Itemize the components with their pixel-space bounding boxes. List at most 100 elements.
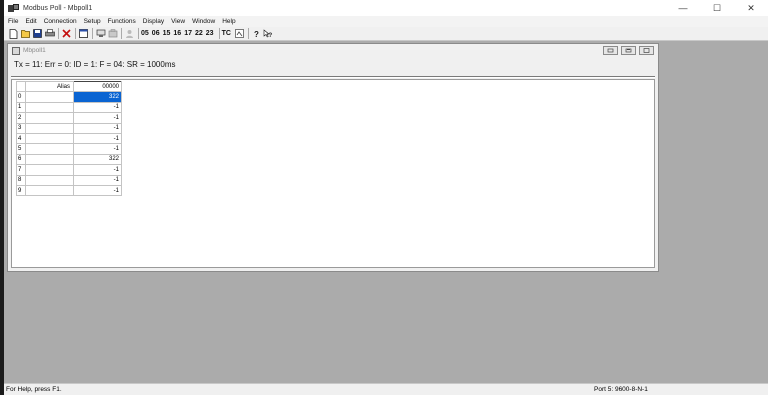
row-index: 9 xyxy=(16,184,26,197)
register-rows: 0 322 1 -1 2 -1 3 -1 4 -1 5 -1 6 322 7 -1 8 -1 9 -1 xyxy=(16,91,122,197)
close-button[interactable]: ✕ xyxy=(734,0,768,16)
table-header-row: Alias 00000 xyxy=(16,80,122,93)
function-16-button[interactable]: 16 xyxy=(173,30,181,37)
function-23-button[interactable]: 23 xyxy=(206,30,214,37)
print-icon[interactable] xyxy=(44,28,55,39)
alias-cell[interactable] xyxy=(25,132,74,145)
status-bar: For Help, press F1. Port 5: 9600-8-N-1 xyxy=(4,383,768,395)
toolbar-separator xyxy=(138,28,139,39)
maximize-button[interactable]: ☐ xyxy=(700,0,734,16)
value-cell[interactable]: -1 xyxy=(73,164,122,176)
table-row: 6 322 xyxy=(16,153,122,166)
alias-cell[interactable] xyxy=(25,91,74,103)
table-row: 1 -1 xyxy=(16,101,122,114)
port-info: Port 5: 9600-8-N-1 xyxy=(594,386,648,393)
function-05-button[interactable]: 05 xyxy=(141,30,149,37)
table-row: 8 -1 xyxy=(16,174,122,186)
table-row: 9 -1 xyxy=(16,184,122,197)
toolbar-separator xyxy=(218,28,220,39)
toolbar-separator xyxy=(247,28,249,39)
menu-window[interactable]: Window xyxy=(192,18,215,25)
alias-cell[interactable] xyxy=(25,122,74,134)
row-index: 1 xyxy=(16,101,26,114)
alias-cell[interactable] xyxy=(25,174,74,186)
value-cell[interactable]: -1 xyxy=(73,122,122,134)
alias-cell[interactable] xyxy=(25,101,74,114)
delete-icon[interactable] xyxy=(61,28,72,39)
alias-header: Alias xyxy=(25,80,74,93)
table-row: 7 -1 xyxy=(16,164,122,176)
window-icon[interactable] xyxy=(78,28,89,39)
register-grid-panel: Alias 00000 0 322 1 -1 2 -1 3 -1 4 -1 5 -1 6 322 7 -1 8 -… xyxy=(11,79,655,268)
menu-edit[interactable]: Edit xyxy=(25,18,36,25)
new-file-icon[interactable] xyxy=(8,28,19,39)
context-help-icon[interactable]: ? xyxy=(263,28,274,39)
function-06-button[interactable]: 06 xyxy=(152,30,160,37)
help-icon[interactable]: ? xyxy=(251,28,262,39)
save-icon[interactable] xyxy=(32,28,43,39)
table-row: 3 -1 xyxy=(16,122,122,134)
alias-cell[interactable] xyxy=(25,184,74,197)
toolbar-separator xyxy=(121,28,122,39)
value-header: 00000 xyxy=(73,80,122,93)
value-cell[interactable]: -1 xyxy=(73,112,122,124)
user-icon[interactable] xyxy=(124,28,135,39)
register-table: Alias 00000 0 322 1 -1 2 -1 3 -1 4 -1 5 -1 6 322 7 -1 8 -… xyxy=(16,80,122,197)
tc-button[interactable]: TC xyxy=(222,30,231,37)
connect-icon[interactable] xyxy=(95,28,106,39)
minimize-button[interactable]: — xyxy=(666,0,700,16)
menu-display[interactable]: Display xyxy=(143,18,164,25)
alias-cell[interactable] xyxy=(25,143,74,155)
function-17-button[interactable]: 17 xyxy=(184,30,192,37)
mdi-maximize-button[interactable] xyxy=(639,46,654,55)
value-cell[interactable]: -1 xyxy=(73,184,122,197)
menu-help[interactable]: Help xyxy=(222,18,235,25)
row-index: 0 xyxy=(16,91,26,103)
menu-view[interactable]: View xyxy=(171,18,185,25)
function-22-button[interactable]: 22 xyxy=(195,30,203,37)
alias-cell[interactable] xyxy=(25,164,74,176)
menu-bar: File Edit Connection Setup Functions Dis… xyxy=(4,16,768,27)
mdi-child-window: Mbpoll1 Tx = 11: Err = 0: ID = 1: F = 04… xyxy=(7,43,659,272)
menu-connection[interactable]: Connection xyxy=(44,18,77,25)
test-center-icon[interactable] xyxy=(234,28,245,39)
row-index: 7 xyxy=(16,164,26,176)
modbus-app-icon xyxy=(8,3,19,13)
open-folder-icon[interactable] xyxy=(20,28,31,39)
svg-text:?: ? xyxy=(254,30,259,38)
alias-cell[interactable] xyxy=(25,153,74,166)
table-row: 0 322 xyxy=(16,91,122,103)
row-index: 8 xyxy=(16,174,26,186)
index-header xyxy=(16,80,26,93)
value-cell[interactable]: -1 xyxy=(73,101,122,114)
help-hint: For Help, press F1. xyxy=(6,386,62,393)
menu-functions[interactable]: Functions xyxy=(108,18,136,25)
mdi-title: Mbpoll1 xyxy=(23,47,46,54)
function-15-button[interactable]: 15 xyxy=(163,30,171,37)
row-index: 6 xyxy=(16,153,26,166)
value-cell[interactable]: -1 xyxy=(73,143,122,155)
status-divider xyxy=(11,76,655,78)
mdi-window-controls xyxy=(600,46,654,55)
disconnect-icon[interactable] xyxy=(107,28,118,39)
value-cell[interactable]: 322 xyxy=(73,91,122,103)
menu-setup[interactable]: Setup xyxy=(84,18,101,25)
row-index: 3 xyxy=(16,122,26,134)
value-cell[interactable]: 322 xyxy=(73,153,122,166)
app-window: Modbus Poll - Mbpoll1 — ☐ ✕ File Edit Co… xyxy=(4,0,768,395)
menu-file[interactable]: File xyxy=(8,18,18,25)
value-cell[interactable]: -1 xyxy=(73,132,122,145)
alias-cell[interactable] xyxy=(25,112,74,124)
window-controls: — ☐ ✕ xyxy=(666,0,768,16)
toolbar-separator xyxy=(75,28,76,39)
document-icon xyxy=(12,46,20,55)
row-index: 5 xyxy=(16,143,26,155)
row-index: 4 xyxy=(16,132,26,145)
toolbar-separator xyxy=(92,28,93,39)
row-index: 2 xyxy=(16,112,26,124)
mdi-restore-button[interactable] xyxy=(621,46,636,55)
toolbar-separator xyxy=(58,28,59,39)
mdi-minimize-button[interactable] xyxy=(603,46,618,55)
table-row: 4 -1 xyxy=(16,132,122,145)
value-cell[interactable]: -1 xyxy=(73,174,122,186)
